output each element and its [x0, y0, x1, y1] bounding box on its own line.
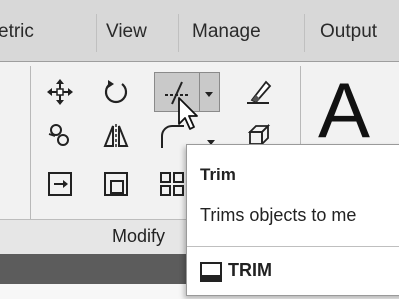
tooltip: Trim Trims objects to me TRIM — [186, 144, 399, 296]
tooltip-command-name: TRIM — [228, 260, 272, 280]
mouse-cursor-icon — [176, 96, 202, 132]
move-icon[interactable] — [46, 78, 74, 106]
scale-icon[interactable] — [102, 170, 130, 198]
tab-manage[interactable]: Manage — [192, 21, 261, 43]
rotate-icon[interactable] — [102, 78, 130, 106]
chevron-down-icon[interactable] — [206, 134, 216, 145]
command-line-icon — [200, 261, 222, 283]
multiline-text-tool[interactable]: A — [318, 70, 370, 150]
array-icon[interactable] — [158, 170, 186, 198]
chevron-down-icon[interactable] — [203, 87, 215, 99]
tooltip-description: Trims objects to me — [200, 205, 357, 225]
copy-icon[interactable] — [46, 122, 74, 150]
stretch-icon[interactable] — [46, 170, 74, 198]
tooltip-title: Trim — [200, 165, 236, 184]
tab-divider — [304, 14, 305, 52]
panel-title-modify[interactable]: Modify — [112, 226, 165, 247]
tooltip-divider — [187, 246, 399, 247]
tab-view[interactable]: View — [106, 21, 147, 43]
tab-output[interactable]: Output — [320, 21, 377, 43]
tab-divider — [178, 14, 179, 52]
tab-divider — [96, 14, 97, 52]
tab-parametric[interactable]: etric — [0, 21, 34, 43]
mirror-icon[interactable] — [102, 122, 130, 150]
ribbon-tab-bar: etric View Manage Output — [0, 0, 399, 62]
erase-icon[interactable] — [244, 78, 272, 106]
